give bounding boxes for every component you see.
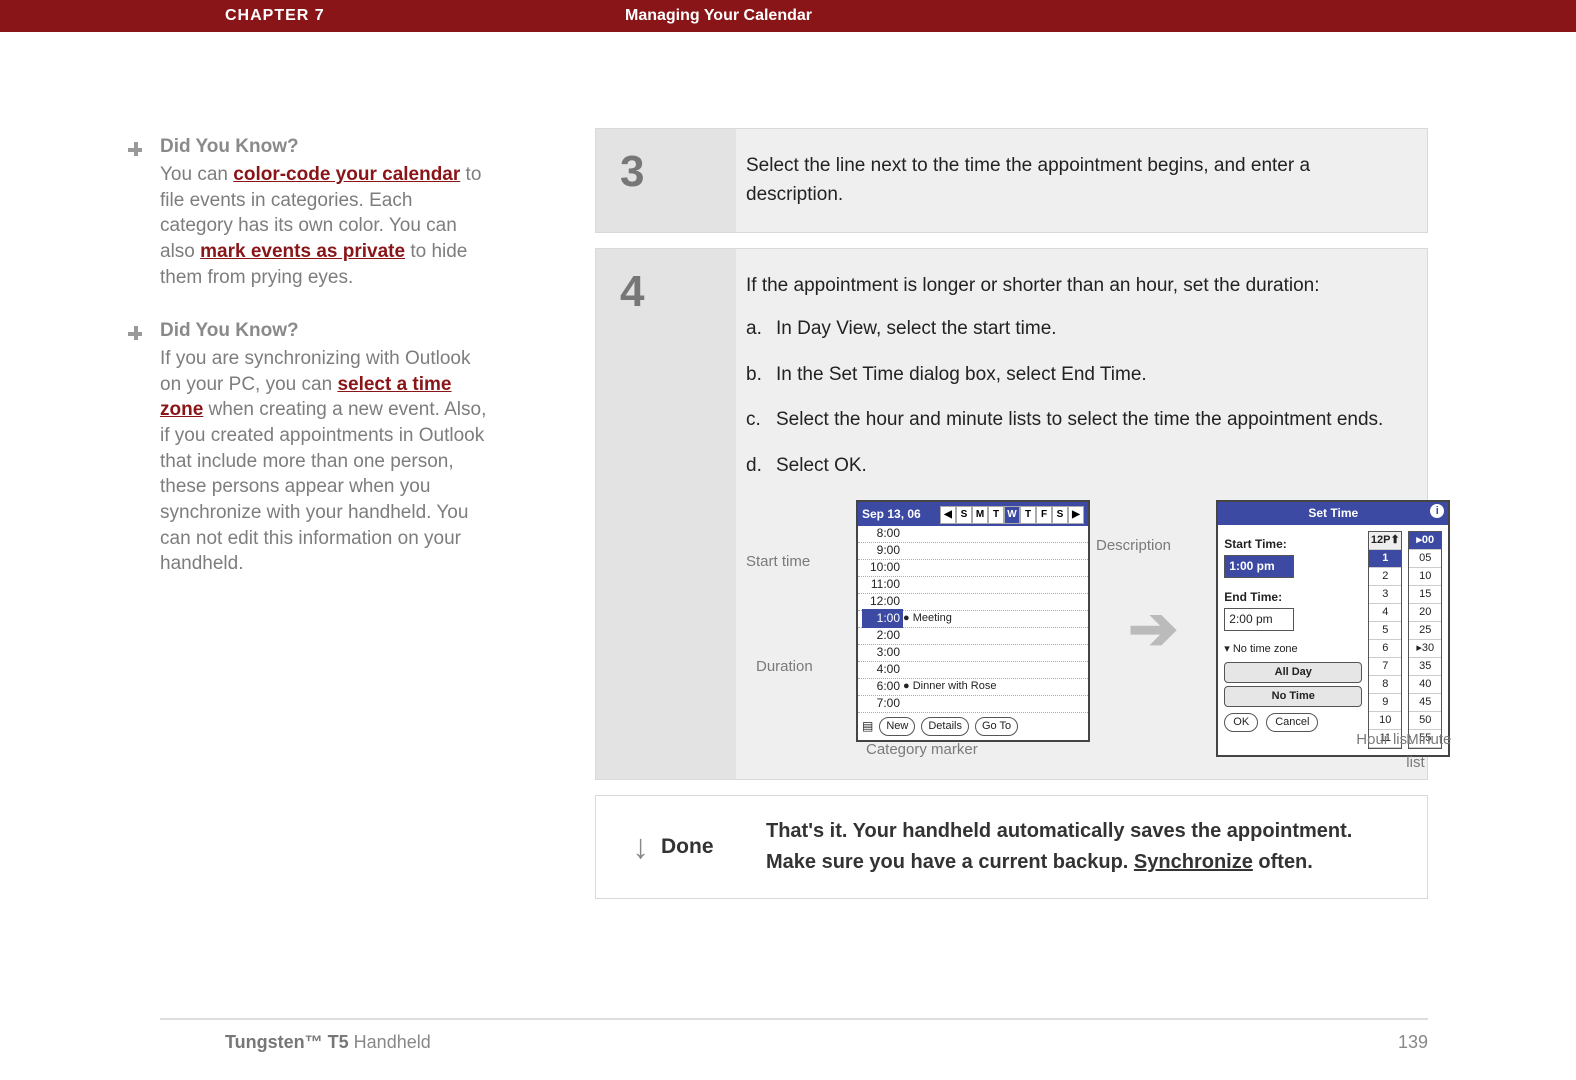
- palm-set-time: Set Time i Start Time: 1:00 pm End Time:…: [1216, 500, 1450, 757]
- time-fields: Start Time: 1:00 pm End Time: 2:00 pm ▾ …: [1224, 531, 1362, 750]
- substep-a: In Day View, select the start time.: [776, 318, 1057, 339]
- callout-minute-list: Minute list: [1406, 728, 1451, 775]
- step-4: 4 If the appointment is longer or shorte…: [595, 248, 1428, 780]
- callout-start-time: Start time: [746, 550, 810, 573]
- end-time-field[interactable]: 2:00 pm: [1224, 608, 1294, 631]
- tip-body: If you are synchronizing with Outlook on…: [160, 346, 490, 577]
- substeps: a.In Day View, select the start time. b.…: [746, 314, 1450, 480]
- day-view-screenshot: Start time Duration Description Category…: [746, 500, 1090, 742]
- time-slot[interactable]: 12:00: [858, 594, 1088, 611]
- tip-heading: Did You Know?: [160, 320, 490, 342]
- time-slot[interactable]: 6:00● Dinner with Rose: [858, 679, 1088, 696]
- chapter-header: CHAPTER 7 Managing Your Calendar: [0, 0, 1576, 32]
- plus-icon: [124, 322, 146, 344]
- footer-rule: [160, 1018, 1428, 1020]
- chapter-number: CHAPTER 7: [225, 7, 325, 25]
- tip-2: Did You Know? If you are synchronizing w…: [160, 320, 490, 577]
- palm-day-tabs[interactable]: ◀SMTWTFS▶: [940, 504, 1084, 524]
- details-button[interactable]: Details: [921, 717, 969, 736]
- done-text: That's it. Your handheld automatically s…: [752, 816, 1401, 878]
- tip-text: when creating a new event. Also, if you …: [160, 399, 486, 574]
- substep-c: Select the hour and minute lists to sele…: [776, 409, 1383, 430]
- end-time-label: End Time:: [1224, 588, 1362, 607]
- step-number: 4: [596, 249, 736, 779]
- all-day-button[interactable]: All Day: [1224, 662, 1362, 683]
- tip-1: Did You Know? You can color-code your ca…: [160, 136, 490, 290]
- callout-category: Category marker: [866, 738, 978, 761]
- time-slot[interactable]: 3:00: [858, 645, 1088, 662]
- done-label: Done: [661, 835, 714, 859]
- tip-text: You can: [160, 164, 233, 185]
- step-3: 3 Select the line next to the time the a…: [595, 128, 1428, 233]
- arrow-right-icon: ➔: [1128, 582, 1178, 675]
- steps-panel: 3 Select the line next to the time the a…: [595, 128, 1428, 899]
- view-icon[interactable]: ▤: [862, 717, 873, 736]
- ok-button[interactable]: OK: [1224, 713, 1258, 732]
- tip-link[interactable]: color-code your calendar: [233, 164, 460, 185]
- screenshots-row: Start time Duration Description Category…: [746, 500, 1450, 757]
- new-button[interactable]: New: [879, 717, 915, 736]
- hour-list[interactable]: 12P⬆1234567891011: [1368, 531, 1402, 750]
- set-time-screenshot: Set Time i Start Time: 1:00 pm End Time:…: [1216, 500, 1450, 757]
- time-slot[interactable]: 1:00● Meeting: [858, 611, 1088, 628]
- tip-body: You can color-code your calendar to file…: [160, 162, 490, 290]
- time-slot[interactable]: 7:00: [858, 696, 1088, 713]
- time-slot[interactable]: 2:00: [858, 628, 1088, 645]
- step-number: 3: [596, 129, 736, 232]
- done-panel: ↓ Done That's it. Your handheld automati…: [595, 795, 1428, 899]
- step-body: Select the line next to the time the app…: [736, 129, 1427, 232]
- callout-duration: Duration: [756, 655, 813, 678]
- palm-date: Sep 13, 06: [862, 505, 921, 524]
- substep-d: Select OK.: [776, 455, 867, 476]
- chapter-title: Managing Your Calendar: [625, 7, 812, 25]
- palm-toolbar: ▤ New Details Go To: [858, 713, 1088, 740]
- callout-hour-list: Hour list: [1356, 728, 1411, 751]
- substep-b: In the Set Time dialog box, select End T…: [776, 364, 1147, 385]
- tip-heading: Did You Know?: [160, 136, 490, 158]
- done-arrow-icon: ↓: [632, 828, 649, 867]
- tip-link[interactable]: mark events as private: [200, 241, 405, 262]
- goto-button[interactable]: Go To: [975, 717, 1018, 736]
- time-slot[interactable]: 4:00: [858, 662, 1088, 679]
- time-slot[interactable]: 10:00: [858, 560, 1088, 577]
- sidebar-tips: Did You Know? You can color-code your ca…: [160, 136, 490, 607]
- palm-titlebar: Sep 13, 06 ◀SMTWTFS▶: [858, 502, 1088, 526]
- footer-product: Tungsten™ T5 Handheld: [225, 1032, 431, 1053]
- plus-icon: [124, 138, 146, 160]
- step-intro: If the appointment is longer or shorter …: [746, 275, 1320, 296]
- palm-day-view: Sep 13, 06 ◀SMTWTFS▶ 8:009:0010:0011:001…: [856, 500, 1090, 742]
- callout-description: Description: [1096, 534, 1171, 557]
- time-slot[interactable]: 8:00: [858, 526, 1088, 543]
- synchronize-link[interactable]: Synchronize: [1134, 851, 1253, 873]
- info-icon[interactable]: i: [1430, 504, 1444, 518]
- page-number: 139: [1398, 1032, 1428, 1053]
- cancel-button[interactable]: Cancel: [1266, 713, 1318, 732]
- dialog-title: Set Time i: [1218, 502, 1448, 525]
- no-time-button[interactable]: No Time: [1224, 686, 1362, 707]
- minute-list[interactable]: ▸000510152025▸303540455055: [1408, 531, 1442, 750]
- start-time-field[interactable]: 1:00 pm: [1224, 555, 1294, 578]
- step-body: If the appointment is longer or shorter …: [736, 249, 1476, 779]
- time-slot[interactable]: 9:00: [858, 543, 1088, 560]
- start-time-label: Start Time:: [1224, 535, 1362, 554]
- time-slot[interactable]: 11:00: [858, 577, 1088, 594]
- timezone-selector[interactable]: ▾ No time zone: [1224, 641, 1362, 658]
